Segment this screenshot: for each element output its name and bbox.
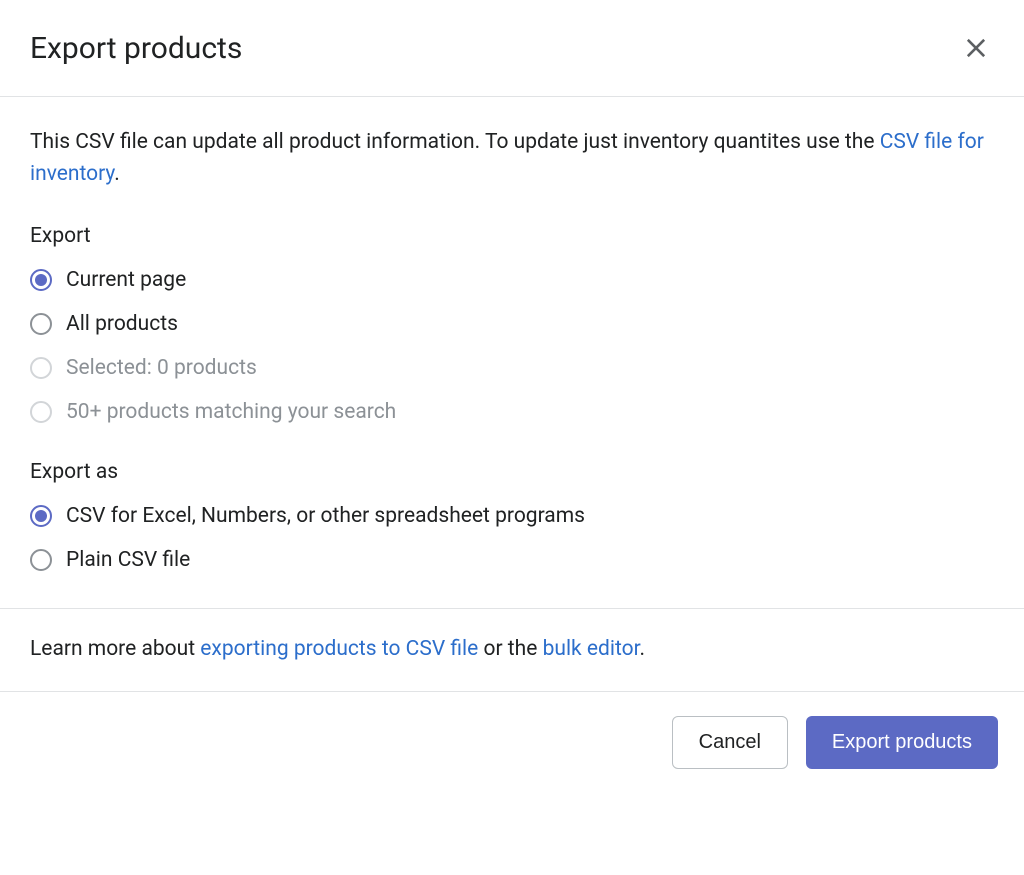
modal-header: Export products: [0, 0, 1024, 97]
modal-body: This CSV file can update all product inf…: [0, 97, 1024, 608]
exporting-products-link[interactable]: exporting products to CSV file: [200, 637, 478, 661]
export-products-modal: Export products This CSV file can update…: [0, 0, 1024, 875]
radio-selected-products: Selected: 0 products: [30, 356, 994, 380]
radio-label: CSV for Excel, Numbers, or other spreads…: [66, 504, 585, 528]
export-as-section-label: Export as: [30, 460, 994, 484]
radio-label: Plain CSV file: [66, 548, 190, 572]
radio-icon: [30, 401, 52, 423]
export-section-label: Export: [30, 224, 994, 248]
bulk-editor-link[interactable]: bulk editor: [543, 637, 640, 661]
radio-matching-search: 50+ products matching your search: [30, 400, 994, 424]
export-format-group: Export as CSV for Excel, Numbers, or oth…: [30, 460, 994, 572]
radio-current-page[interactable]: Current page: [30, 268, 994, 292]
modal-footer: Cancel Export products: [0, 691, 1024, 793]
radio-all-products[interactable]: All products: [30, 312, 994, 336]
radio-label: All products: [66, 312, 178, 336]
learn-more-section: Learn more about exporting products to C…: [0, 608, 1024, 691]
radio-icon: [30, 313, 52, 335]
description-suffix: .: [114, 162, 120, 186]
radio-icon: [30, 549, 52, 571]
export-scope-group: Export Current page All products Selecte…: [30, 224, 994, 424]
cancel-button[interactable]: Cancel: [672, 716, 788, 769]
description-prefix: This CSV file can update all product inf…: [30, 130, 880, 154]
description-text: This CSV file can update all product inf…: [30, 127, 994, 190]
learn-more-middle: or the: [478, 637, 542, 661]
learn-more-prefix: Learn more about: [30, 637, 200, 661]
radio-label: Selected: 0 products: [66, 356, 257, 380]
close-icon: [962, 34, 990, 62]
radio-icon: [30, 357, 52, 379]
radio-csv-excel[interactable]: CSV for Excel, Numbers, or other spreads…: [30, 504, 994, 528]
learn-more-suffix: .: [640, 637, 646, 661]
radio-icon: [30, 269, 52, 291]
radio-label: Current page: [66, 268, 186, 292]
radio-plain-csv[interactable]: Plain CSV file: [30, 548, 994, 572]
close-button[interactable]: [958, 30, 994, 66]
export-products-button[interactable]: Export products: [806, 716, 998, 769]
radio-label: 50+ products matching your search: [66, 400, 396, 424]
modal-title: Export products: [30, 31, 242, 66]
radio-icon: [30, 505, 52, 527]
